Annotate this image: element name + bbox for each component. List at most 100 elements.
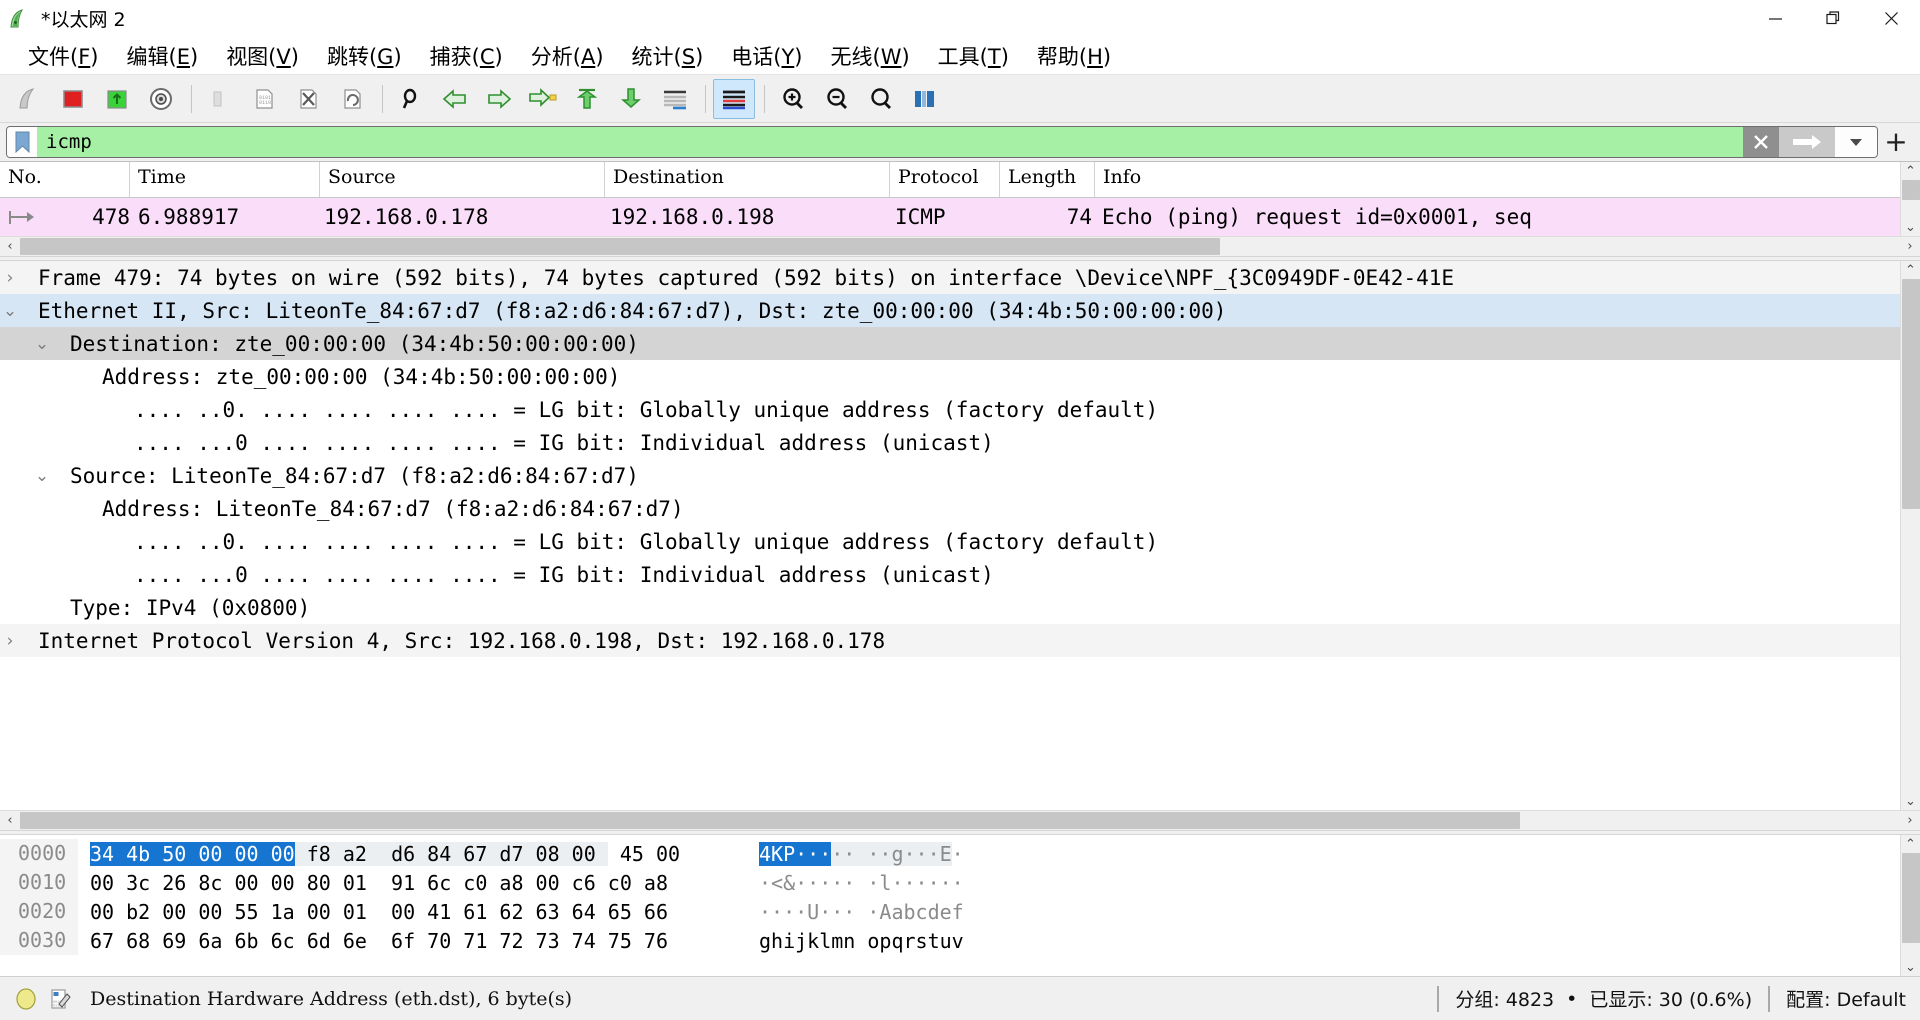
start-capture-icon[interactable] [8,79,50,119]
scroll-up-icon[interactable]: ⌃ [1901,162,1920,180]
scroll-up-icon[interactable]: ⌃ [1901,835,1920,853]
go-first-packet-icon[interactable] [566,79,608,119]
detail-row-src-lg-bit[interactable]: .... ..0. .... .... .... .... = LG bit: … [0,525,1900,558]
packet-list-horizontal-scrollbar[interactable]: ‹ › [0,236,1920,256]
zoom-in-icon[interactable] [772,79,814,119]
save-file-icon[interactable]: 0101 0110 [243,79,285,119]
scroll-right-icon[interactable]: › [1900,237,1920,257]
go-back-arrow-icon[interactable] [434,79,476,119]
menu-item-statistics[interactable]: 统计(S) [618,39,718,73]
packet-detail-vertical-scrollbar[interactable]: ⌃ ⌄ [1900,261,1920,810]
stop-capture-icon[interactable] [52,79,94,119]
reload-file-icon[interactable] [331,79,373,119]
menu-item-view[interactable]: 视图(V) [212,39,313,73]
scroll-track[interactable] [1900,853,1920,958]
scroll-up-icon[interactable]: ⌃ [1901,261,1920,279]
menu-item-help[interactable]: 帮助(H) [1023,39,1125,73]
chevron-down-icon[interactable]: ⌄ [0,301,20,321]
column-header-time[interactable]: Time [130,162,320,197]
capture-options-gear-icon[interactable] [140,79,182,119]
detail-row-src-ig-bit[interactable]: .... ...0 .... .... .... .... = IG bit: … [0,558,1900,591]
detail-row-src-address[interactable]: Address: LiteonTe_84:67:d7 (f8:a2:d6:84:… [0,492,1900,525]
hex-row[interactable]: 0030 67 68 69 6a 6b 6c 6d 6e 6f 70 71 72… [0,926,1900,955]
maximize-button[interactable] [1804,0,1862,37]
detail-row-frame[interactable]: › Frame 479: 74 bytes on wire (592 bits)… [0,261,1900,294]
detail-row-ipv4[interactable]: › Internet Protocol Version 4, Src: 192.… [0,624,1900,657]
hscroll-track[interactable] [20,237,1900,257]
detail-row-ethernet[interactable]: ⌄ Ethernet II, Src: LiteonTe_84:67:d7 (f… [0,294,1900,327]
close-file-icon[interactable] [287,79,329,119]
zoom-out-icon[interactable] [816,79,858,119]
chevron-down-icon[interactable]: ⌄ [32,466,52,486]
packet-detail-horizontal-scrollbar[interactable]: ‹ › [0,810,1920,830]
detail-row-destination[interactable]: ⌄ Destination: zte_00:00:00 (34:4b:50:00… [0,327,1900,360]
column-header-length[interactable]: Length [1000,162,1095,197]
menu-item-capture[interactable]: 捕获(C) [416,39,517,73]
capture-comment-icon[interactable]: 0010 01100 [48,987,72,1011]
apply-filter-icon[interactable] [1779,127,1835,157]
display-filter-input[interactable] [37,127,1743,157]
clear-filter-icon[interactable] [1743,127,1779,157]
expert-info-yellow-circle-icon[interactable] [14,987,38,1011]
scroll-thumb[interactable] [1901,279,1920,509]
colorize-packets-icon[interactable] [713,78,755,119]
menu-item-tools[interactable]: 工具(T) [924,39,1023,73]
go-forward-arrow-icon[interactable] [478,79,520,119]
scroll-left-icon[interactable]: ‹ [0,237,20,257]
column-header-no[interactable]: No. [0,162,130,197]
close-button[interactable] [1862,0,1920,37]
scroll-down-icon[interactable]: ⌄ [1901,958,1920,976]
hex-row[interactable]: 0010 00 3c 26 8c 00 00 80 01 91 6c c0 a8… [0,868,1900,897]
column-header-source[interactable]: Source [320,162,605,197]
open-file-icon[interactable] [199,79,241,119]
column-header-info[interactable]: Info [1095,162,1900,197]
hscroll-track[interactable] [20,811,1900,831]
hex-row[interactable]: 0000 34 4b 50 00 00 00 f8 a2 d6 84 67 d7… [0,839,1900,868]
scroll-track[interactable] [1900,180,1920,218]
auto-scroll-icon[interactable] [654,79,696,119]
zoom-reset-icon[interactable] [860,79,902,119]
packet-list-vertical-scrollbar[interactable]: ⌃ ⌄ [1900,162,1920,236]
chevron-right-icon[interactable]: › [0,268,20,288]
chevron-right-icon[interactable]: › [0,631,20,651]
packet-bytes-vertical-scrollbar[interactable]: ⌃ ⌄ [1900,835,1920,976]
scroll-thumb[interactable] [1901,180,1920,200]
display-filter-box[interactable] [6,126,1878,158]
menu-item-telephony[interactable]: 电话(Y) [717,39,816,73]
scroll-track[interactable] [1900,279,1920,792]
detail-row-dst-address[interactable]: Address: zte_00:00:00 (34:4b:50:00:00:00… [0,360,1900,393]
title-bar-left: *以太网 2 [0,5,126,32]
scroll-left-icon[interactable]: ‹ [0,811,20,831]
scroll-down-icon[interactable]: ⌄ [1901,792,1920,810]
scroll-right-icon[interactable]: › [1900,811,1920,831]
minimize-button[interactable] [1746,0,1804,37]
hex-row[interactable]: 0020 00 b2 00 00 55 1a 00 01 00 41 61 62… [0,897,1900,926]
restart-capture-icon[interactable] [96,79,138,119]
menu-item-edit[interactable]: 编辑(E) [113,39,213,73]
go-last-packet-icon[interactable] [610,79,652,119]
add-filter-button-button[interactable]: + [1878,127,1914,157]
hscroll-thumb[interactable] [20,237,1220,255]
packet-list-pane: No. Time Source Destination Protocol Len… [0,161,1920,256]
menu-item-go[interactable]: 跳转(G) [313,39,416,73]
detail-row-type[interactable]: Type: IPv4 (0x0800) [0,591,1900,624]
column-header-destination[interactable]: Destination [605,162,890,197]
status-profile[interactable]: 配置: Default [1786,985,1906,1012]
detail-row-dst-ig-bit[interactable]: .... ...0 .... .... .... .... = IG bit: … [0,426,1900,459]
scroll-down-icon[interactable]: ⌄ [1901,218,1920,236]
chevron-down-icon[interactable]: ⌄ [32,334,52,354]
scroll-thumb[interactable] [1901,853,1920,943]
menu-item-file[interactable]: 文件(F) [14,39,113,73]
detail-row-source[interactable]: ⌄ Source: LiteonTe_84:67:d7 (f8:a2:d6:84… [0,459,1900,492]
hscroll-thumb[interactable] [20,811,1520,829]
menu-item-analyze[interactable]: 分析(A) [517,39,618,73]
go-to-packet-icon[interactable] [522,79,564,119]
menu-item-wireless[interactable]: 无线(W) [817,39,924,73]
bookmark-icon[interactable] [7,127,37,157]
detail-row-dst-lg-bit[interactable]: .... ..0. .... .... .... .... = LG bit: … [0,393,1900,426]
packet-list-row[interactable]: 478 6.988917 192.168.0.178 192.168.0.198… [0,198,1900,236]
filter-history-chevron-down-icon[interactable] [1835,127,1877,157]
find-packet-magnifier-icon[interactable] [390,79,432,119]
column-header-protocol[interactable]: Protocol [890,162,1000,197]
resize-columns-icon[interactable] [904,79,946,119]
